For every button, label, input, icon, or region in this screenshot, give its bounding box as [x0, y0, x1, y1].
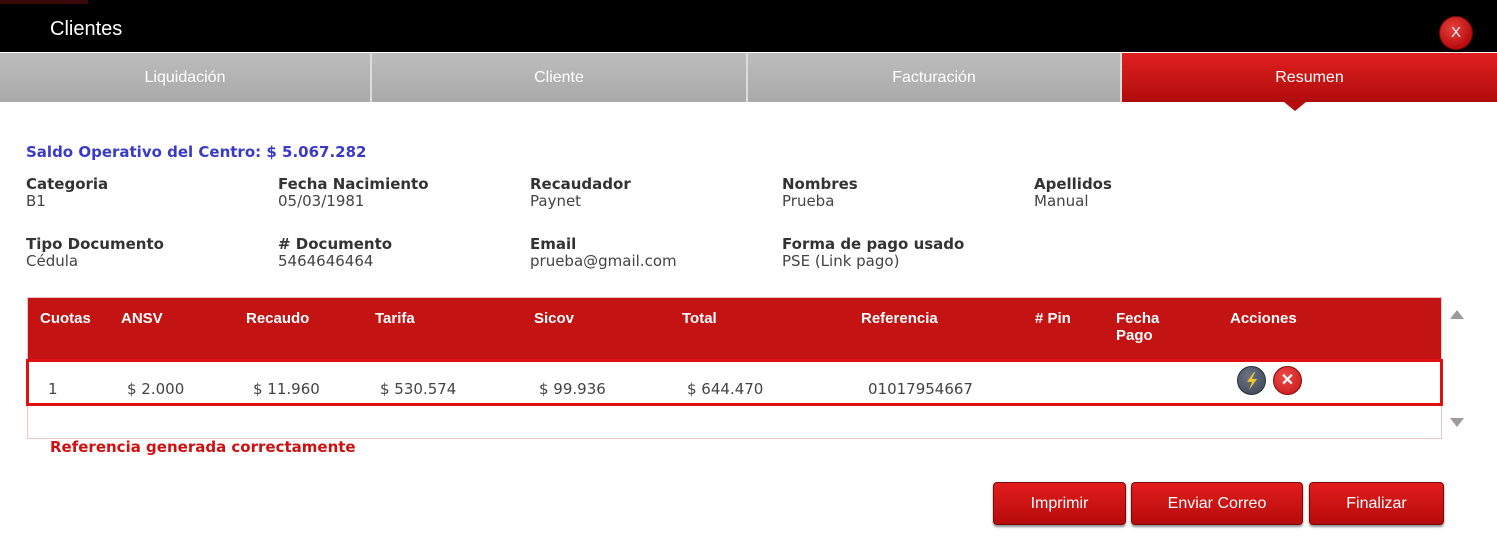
field-value: Cédula [26, 252, 79, 270]
header-tarifa: Tarifa [375, 310, 415, 327]
scroll-down-arrow-icon[interactable] [1450, 418, 1464, 427]
cell-cuotas: 1 [48, 380, 58, 398]
title-accent [0, 0, 88, 4]
field-value: Paynet [530, 192, 582, 210]
field-value: PSE (Link pago) [782, 252, 900, 270]
field-email: Email prueba@gmail.com [530, 235, 677, 270]
field-value: 05/03/1981 [278, 192, 365, 210]
field-value: B1 [26, 192, 46, 210]
field-label: # Documento [278, 235, 393, 253]
cell-referencia: 01017954667 [868, 380, 973, 398]
header-cuotas: Cuotas [40, 310, 91, 327]
tab-cliente[interactable]: Cliente [372, 53, 748, 102]
header-ansv: ANSV [121, 310, 163, 327]
window-title: Clientes [50, 18, 123, 40]
cell-tarifa: $ 530.574 [380, 380, 457, 398]
cell-sicov: $ 99.936 [539, 380, 606, 398]
tab-resumen[interactable]: Resumen [1122, 53, 1497, 102]
scroll-up-arrow-icon[interactable] [1450, 310, 1464, 319]
field-value: Manual [1034, 192, 1089, 210]
title-bar: Clientes [0, 0, 1497, 52]
field-label: Tipo Documento [26, 235, 164, 253]
field-value: 5464646464 [278, 252, 374, 270]
header-acciones: Acciones [1230, 310, 1297, 327]
field-fecha-nacimiento: Fecha Nacimiento 05/03/1981 [278, 175, 429, 210]
header-fecha-pago-line2: Pago [1116, 327, 1153, 344]
header-referencia: Referencia [861, 310, 938, 327]
field-label: Fecha Nacimiento [278, 175, 429, 193]
finalizar-button[interactable]: Finalizar [1309, 482, 1444, 525]
field-categoria: Categoria B1 [26, 175, 109, 210]
field-value: prueba@gmail.com [530, 252, 677, 270]
tab-facturacion[interactable]: Facturación [748, 53, 1122, 102]
field-apellidos: Apellidos Manual [1034, 175, 1112, 210]
close-button[interactable]: X [1439, 16, 1473, 50]
cancel-icon[interactable]: ✕ [1273, 366, 1302, 395]
field-tipo-documento: Tipo Documento Cédula [26, 235, 164, 270]
cell-total: $ 644.470 [687, 380, 764, 398]
field-label: Apellidos [1034, 175, 1112, 193]
cell-ansv: $ 2.000 [127, 380, 185, 398]
saldo-operativo: Saldo Operativo del Centro: $ 5.067.282 [26, 143, 367, 161]
field-label: Recaudador [530, 175, 631, 193]
bolt-icon[interactable] [1237, 366, 1266, 395]
status-message: Referencia generada correctamente [50, 438, 356, 456]
field-label: Email [530, 235, 577, 253]
enviar-correo-button[interactable]: Enviar Correo [1131, 482, 1303, 525]
tab-bar: Liquidación Cliente Facturación Resumen [0, 53, 1497, 102]
cell-recaudo: $ 11.960 [253, 380, 320, 398]
field-forma-pago: Forma de pago usado PSE (Link pago) [782, 235, 965, 270]
field-recaudador: Recaudador Paynet [530, 175, 631, 210]
field-label: Forma de pago usado [782, 235, 965, 253]
header-fecha-pago: Fecha Pago [1116, 310, 1159, 344]
header-recaudo: Recaudo [246, 310, 310, 327]
field-label: Categoria [26, 175, 109, 193]
bolt-glyph [1246, 372, 1257, 390]
active-tab-pointer [1284, 102, 1306, 111]
field-label: Nombres [782, 175, 858, 193]
cuotas-table: Cuotas ANSV Recaudo Tarifa Sicov Total R… [26, 297, 1443, 439]
header-total: Total [682, 310, 717, 327]
tab-liquidacion[interactable]: Liquidación [0, 53, 372, 102]
table-header: Cuotas ANSV Recaudo Tarifa Sicov Total R… [28, 298, 1441, 360]
field-documento: # Documento 5464646464 [278, 235, 393, 270]
field-nombres: Nombres Prueba [782, 175, 858, 210]
header-fecha-pago-line1: Fecha [1116, 310, 1160, 327]
imprimir-button[interactable]: Imprimir [993, 482, 1126, 525]
header-pin: # Pin [1035, 310, 1071, 327]
field-value: Prueba [782, 192, 835, 210]
header-sicov: Sicov [534, 310, 575, 327]
